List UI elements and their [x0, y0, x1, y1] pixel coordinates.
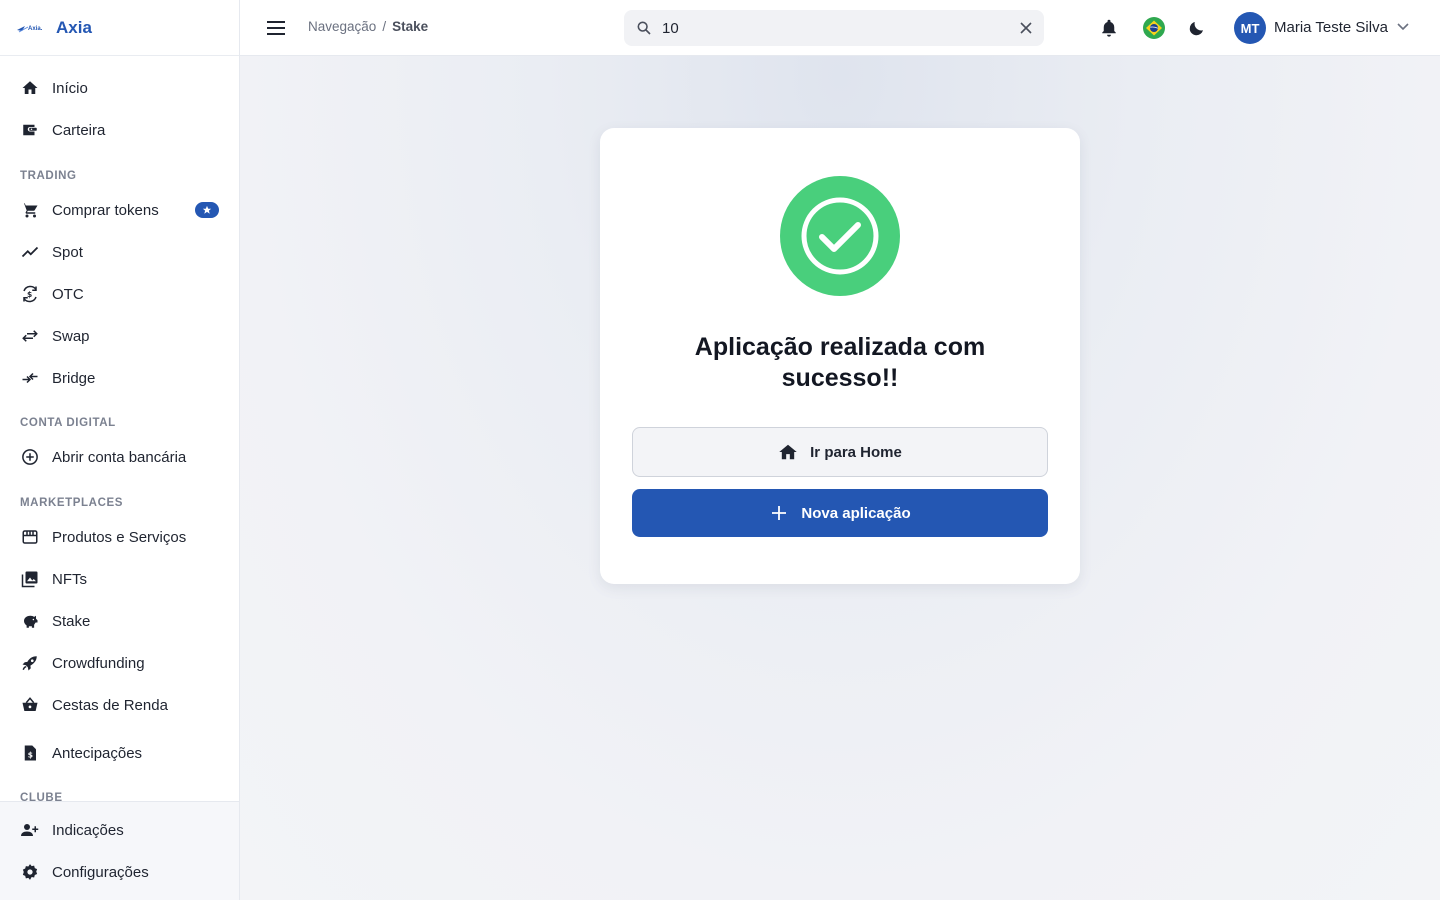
breadcrumb-separator: / — [382, 19, 387, 34]
svg-text:Axia.: Axia. — [28, 26, 43, 32]
search-bar — [624, 10, 1044, 46]
svg-text:$: $ — [27, 290, 32, 299]
sidebar-item-label: Crowdfunding — [52, 654, 145, 672]
success-card: Aplicação realizada com sucesso!! Ir par… — [600, 128, 1080, 584]
sidebar-item-label: Antecipações — [52, 744, 143, 762]
top-bar: Navegação / Stake MT Maria Teste Silva — [240, 0, 1440, 56]
star-icon — [195, 202, 219, 218]
sidebar-item-inicio[interactable]: Início — [0, 68, 239, 108]
sidebar-item-label: Indicações — [52, 821, 124, 839]
new-application-label: Nova aplicação — [801, 504, 911, 522]
sidebar-item-label: Início — [52, 79, 88, 97]
storefront-icon — [20, 527, 40, 547]
brazil-flag-icon[interactable] — [1142, 16, 1166, 40]
home-icon — [20, 78, 40, 98]
sidebar-item-label: Swap — [52, 327, 90, 345]
sidebar-item-abrir-conta[interactable]: Abrir conta bancária — [0, 437, 239, 477]
sidebar-item-label: NFTs — [52, 570, 87, 588]
person-add-icon — [20, 820, 40, 840]
image-collection-icon — [20, 569, 40, 589]
sidebar-item-label: Produtos e Serviços — [52, 528, 187, 546]
trending-up-icon — [20, 242, 40, 262]
dark-mode-moon-icon[interactable] — [1185, 16, 1209, 40]
search-icon — [636, 20, 652, 36]
search-input[interactable] — [662, 19, 1020, 37]
basket-icon — [20, 695, 40, 715]
bridge-arrows-icon — [20, 368, 40, 388]
user-name[interactable]: Maria Teste Silva — [1274, 19, 1388, 36]
section-title-marketplaces: MARKETPLACES — [20, 497, 124, 509]
sidebar-item-label: OTC — [52, 285, 84, 303]
gear-icon — [20, 862, 40, 882]
breadcrumb-root[interactable]: Navegação — [308, 19, 376, 34]
success-title: Aplicação realizada com sucesso!! — [694, 333, 986, 392]
sidebar-item-label: Spot — [52, 243, 83, 261]
sidebar-item-otc[interactable]: $ OTC — [0, 274, 239, 314]
sidebar-item-nfts[interactable]: NFTs — [0, 559, 239, 599]
avatar[interactable]: MT — [1234, 12, 1266, 44]
success-check-icon — [780, 176, 900, 296]
section-title-trading: TRADING — [20, 170, 77, 182]
sidebar-item-label: Bridge — [52, 369, 96, 387]
main-content: Aplicação realizada com sucesso!! Ir par… — [240, 56, 1440, 900]
sidebar: Axia. Axia Início Carteira TRADING Compr… — [0, 0, 240, 900]
home-icon — [778, 442, 798, 462]
sidebar-item-configuracoes[interactable]: Configurações — [0, 852, 239, 892]
rocket-icon — [20, 653, 40, 673]
cart-icon — [20, 200, 40, 220]
notification-bell-icon[interactable] — [1097, 16, 1121, 40]
sidebar-item-label: Comprar tokens — [52, 201, 159, 219]
sidebar-nav[interactable]: Início Carteira TRADING Comprar tokens S… — [0, 56, 239, 801]
sidebar-item-stake[interactable]: Stake — [0, 601, 239, 641]
add-circle-icon — [20, 447, 40, 467]
sidebar-item-produtos[interactable]: Produtos e Serviços — [0, 517, 239, 557]
svg-text:$: $ — [28, 751, 33, 760]
sidebar-item-indicacoes[interactable]: Indicações — [0, 810, 239, 850]
sidebar-item-crowdfunding[interactable]: Crowdfunding — [0, 643, 239, 683]
go-home-label: Ir para Home — [810, 443, 902, 461]
wallet-icon — [20, 120, 40, 140]
sidebar-footer: Indicações Configurações — [0, 801, 239, 900]
sidebar-item-label: Stake — [52, 612, 91, 630]
sidebar-item-cestas[interactable]: Cestas de Renda — [0, 685, 239, 725]
sidebar-item-comprar-tokens[interactable]: Comprar tokens — [0, 190, 239, 230]
piggy-bank-icon — [20, 611, 40, 631]
currency-exchange-icon: $ — [20, 284, 40, 304]
breadcrumb-current: Stake — [392, 19, 429, 34]
go-home-button[interactable]: Ir para Home — [632, 427, 1048, 477]
section-title-conta-digital: CONTA DIGITAL — [20, 417, 116, 429]
sidebar-item-label: Abrir conta bancária — [52, 448, 187, 466]
chevron-down-icon[interactable] — [1394, 18, 1412, 36]
clear-search-icon[interactable] — [1020, 22, 1032, 34]
sidebar-item-spot[interactable]: Spot — [0, 232, 239, 272]
new-application-button[interactable]: Nova aplicação — [632, 489, 1048, 537]
sidebar-item-label: Cestas de Renda — [52, 696, 168, 714]
menu-icon[interactable] — [264, 16, 288, 40]
swap-arrows-icon — [20, 326, 40, 346]
section-title-clube: CLUBE — [20, 792, 63, 801]
app-name: Axia — [56, 17, 92, 37]
receipt-dollar-icon: $ — [20, 743, 40, 763]
sidebar-item-carteira[interactable]: Carteira — [0, 110, 239, 150]
brand[interactable]: Axia. Axia — [0, 0, 239, 56]
breadcrumb: Navegação / Stake — [308, 19, 428, 34]
axia-logo-icon: Axia. — [16, 21, 46, 35]
sidebar-item-label: Carteira — [52, 121, 106, 139]
sidebar-item-label: Configurações — [52, 863, 149, 881]
sidebar-item-bridge[interactable]: Bridge — [0, 358, 239, 398]
sidebar-item-antecipacoes[interactable]: $ Antecipações — [0, 733, 239, 773]
sidebar-item-swap[interactable]: Swap — [0, 316, 239, 356]
plus-icon — [769, 503, 789, 523]
